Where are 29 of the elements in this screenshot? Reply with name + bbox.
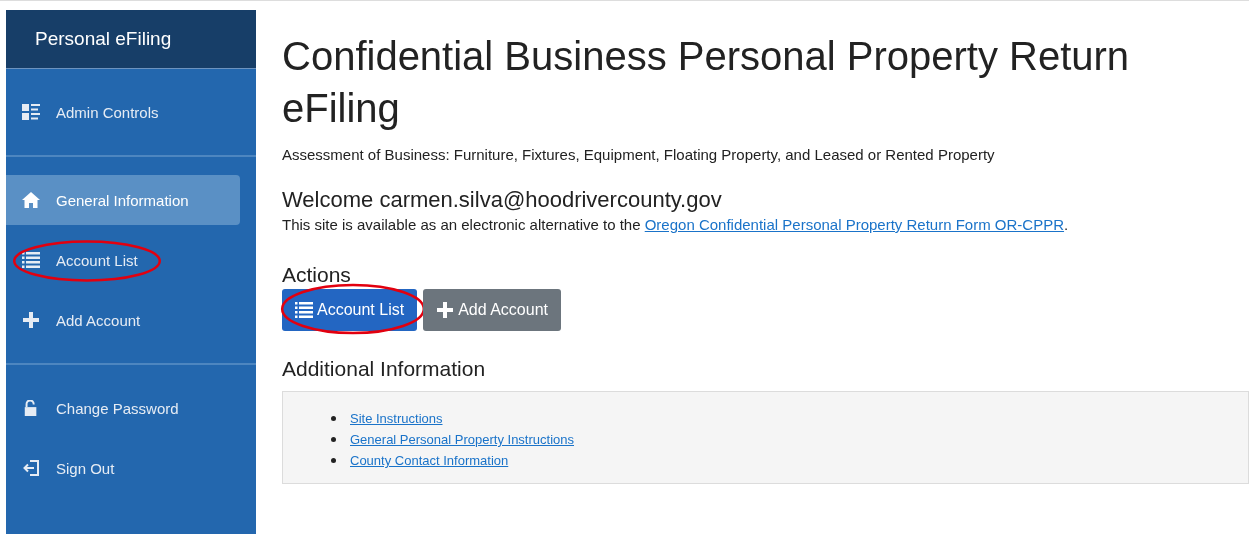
nav-item[interactable]: Change Password (6, 383, 240, 433)
form-link[interactable]: Oregon Confidential Personal Property Return Form OR-CPPR (644, 216, 1065, 233)
nav-item[interactable]: Add Account (6, 295, 240, 345)
bullet-icon (331, 458, 336, 463)
nav-item[interactable]: Sign Out (6, 443, 240, 493)
page-subtitle: Assessment of Business: Furniture, Fixtures, Equipment, Floating Property, and Leased or Rented Property (282, 146, 996, 163)
nav-item[interactable]: Account List (6, 235, 240, 285)
app-title: Personal eFiling (6, 10, 256, 69)
section-heading: Additional Information (282, 357, 487, 381)
home-icon (22, 192, 40, 208)
intro-text: This site is available as an electronic alternative to the Oregon Confidential Personal Property Return Form OR-CPPR. (282, 216, 1070, 233)
action-button[interactable]: Add Account (423, 289, 561, 331)
nav-item[interactable]: General Information (6, 175, 240, 225)
section-heading: Actions (282, 263, 352, 287)
page-title: Confidential Business Personal Property Return eFiling (282, 33, 1131, 132)
bullet-icon (331, 416, 336, 421)
sign-out-icon (22, 460, 40, 476)
list-icon (22, 252, 40, 268)
nav-item[interactable]: Admin Controls (6, 87, 240, 137)
welcome-heading: Welcome carmen.silva@hoodrivercounty.gov (282, 187, 723, 213)
bullet-icon (331, 437, 336, 442)
info-link[interactable]: Site Instructions (350, 411, 443, 426)
info-link[interactable]: County Contact Information (350, 453, 509, 468)
action-button[interactable]: Account List (282, 289, 418, 331)
list-icon (295, 302, 313, 318)
info-link[interactable]: General Personal Property Instructions (350, 432, 574, 447)
plus-icon (436, 302, 455, 318)
plus-icon (22, 312, 40, 328)
dashboard-icon (22, 104, 40, 120)
